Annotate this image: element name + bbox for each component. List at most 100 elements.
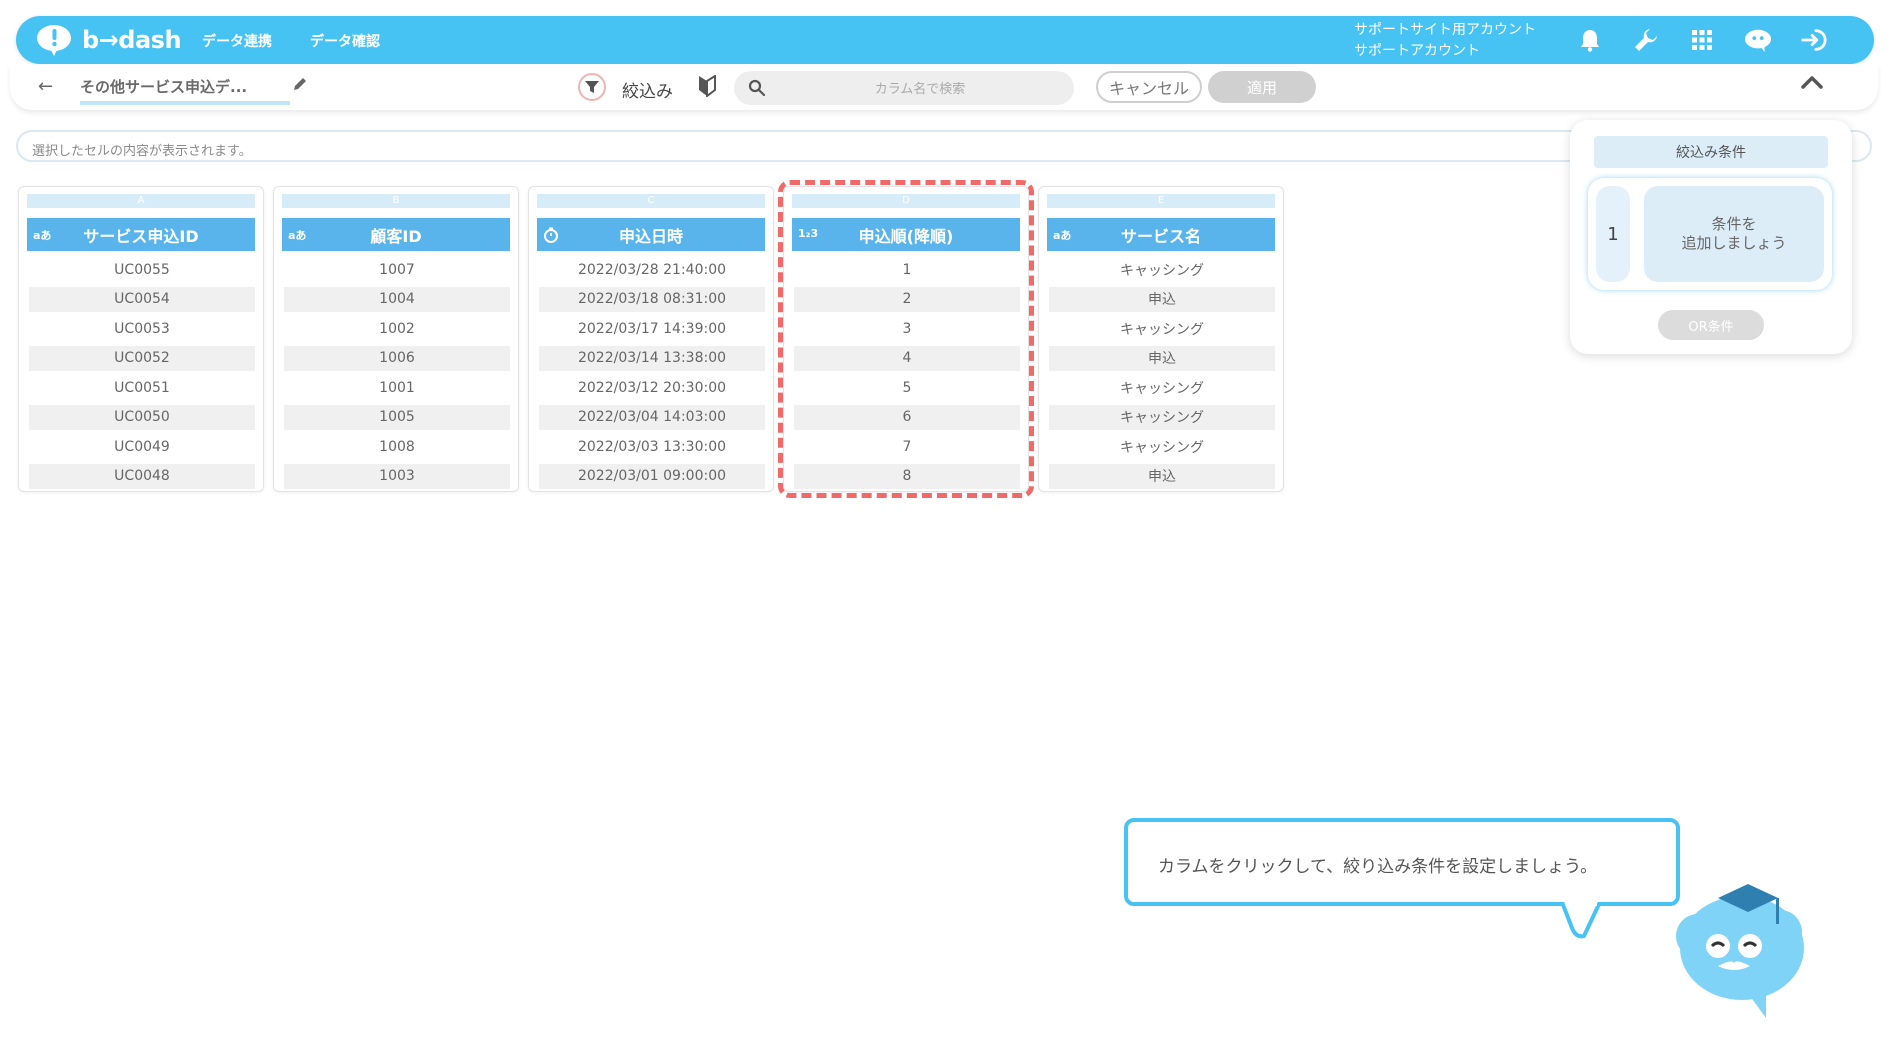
table-cell[interactable]: 1004 xyxy=(284,286,510,312)
logo-icon xyxy=(37,25,71,56)
table-cell[interactable]: 申込 xyxy=(1049,286,1275,312)
column-header[interactable]: 申込日時 xyxy=(537,218,765,251)
chevron-up-icon[interactable] xyxy=(1800,74,1824,94)
table-cell[interactable]: 2022/03/12 20:30:00 xyxy=(539,375,765,400)
table-cell[interactable]: UC0053 xyxy=(29,316,255,341)
table-cell[interactable]: 8 xyxy=(794,463,1020,489)
table-cell[interactable]: キャッシング xyxy=(1049,404,1275,430)
column-b[interactable]: B aあ 顧客ID 1007 1004 1002 1006 1001 1005 … xyxy=(273,186,519,492)
table-cell[interactable]: キャッシング xyxy=(1049,434,1275,459)
filter-label: 絞込み xyxy=(622,82,673,102)
table-cell[interactable]: 申込 xyxy=(1049,463,1275,489)
apply-button[interactable]: 適用 xyxy=(1208,71,1316,103)
beginner-mark-icon[interactable] xyxy=(698,74,716,101)
column-search xyxy=(734,71,1074,107)
table-cell[interactable]: UC0049 xyxy=(29,434,255,459)
table-cell[interactable]: UC0055 xyxy=(29,257,255,282)
condition-number: 1 xyxy=(1596,186,1630,282)
table-cell[interactable]: 3 xyxy=(794,316,1020,341)
table-cell[interactable]: UC0051 xyxy=(29,375,255,400)
table-cell[interactable]: キャッシング xyxy=(1049,257,1275,282)
column-header-label: 申込順(降順) xyxy=(858,226,954,246)
table-cell[interactable]: 1002 xyxy=(284,316,510,341)
nav-data-check[interactable]: データ確認 xyxy=(310,31,380,51)
column-letter: D xyxy=(792,194,1020,208)
number-type-icon: 1₂3 xyxy=(798,227,819,240)
chat-mascot-icon[interactable] xyxy=(1744,26,1772,54)
table-cell[interactable]: 1 xyxy=(794,257,1020,282)
app-name: b→dash xyxy=(82,26,182,54)
grid-icon[interactable] xyxy=(1688,26,1716,54)
table-cell[interactable]: キャッシング xyxy=(1049,316,1275,341)
filter-icon[interactable] xyxy=(578,73,606,101)
table-cell[interactable]: 1007 xyxy=(284,257,510,282)
wrench-icon[interactable] xyxy=(1632,26,1660,54)
cell-content-placeholder: 選択したセルの内容が表示されます。 xyxy=(32,144,252,159)
table-cell[interactable]: 7 xyxy=(794,434,1020,459)
app-logo[interactable]: b→dash xyxy=(36,24,182,56)
table-cell[interactable]: 1005 xyxy=(284,404,510,430)
table-cell[interactable]: UC0050 xyxy=(29,404,255,430)
table-cell[interactable]: 2022/03/18 08:31:00 xyxy=(539,286,765,312)
column-search-input[interactable] xyxy=(778,71,1062,107)
column-letter: C xyxy=(537,194,765,208)
sheet-title[interactable]: その他サービス申込デ... xyxy=(80,76,290,105)
table-cell[interactable]: 2022/03/14 13:38:00 xyxy=(539,345,765,371)
or-condition-button[interactable]: OR条件 xyxy=(1658,310,1764,340)
account-user-name: サポートアカウント xyxy=(1354,43,1480,59)
table-cell[interactable]: 1008 xyxy=(284,434,510,459)
column-header-label: サービス名 xyxy=(1120,226,1201,246)
condition-group: 1 条件を 追加しましょう xyxy=(1588,178,1832,290)
account-info[interactable]: サポートサイト用アカウント サポートアカウント xyxy=(1354,20,1536,62)
column-header[interactable]: aあ サービス申込ID xyxy=(27,218,255,251)
table-cell[interactable]: 1003 xyxy=(284,463,510,489)
back-arrow-icon[interactable]: ← xyxy=(38,76,53,97)
add-condition-slot[interactable]: 条件を 追加しましょう xyxy=(1644,186,1824,282)
table-cell[interactable]: 1001 xyxy=(284,375,510,400)
bell-icon[interactable] xyxy=(1576,26,1604,54)
cancel-button[interactable]: キャンセル xyxy=(1096,71,1202,103)
table-cell[interactable]: 申込 xyxy=(1049,345,1275,371)
column-header[interactable]: aあ 顧客ID xyxy=(282,218,510,251)
column-d[interactable]: D 1₂3 申込順(降順) 1 2 3 4 5 6 7 8 xyxy=(783,186,1029,492)
table-cell[interactable]: UC0052 xyxy=(29,345,255,371)
toolbar: ← その他サービス申込デ... 絞込み キャンセル 適用 xyxy=(10,64,1878,110)
account-site-name: サポートサイト用アカウント xyxy=(1354,22,1536,38)
table-cell[interactable]: 2022/03/04 14:03:00 xyxy=(539,404,765,430)
table-cell[interactable]: 2022/03/17 14:39:00 xyxy=(539,316,765,341)
column-header[interactable]: aあ サービス名 xyxy=(1047,218,1275,251)
table-cell[interactable]: 2022/03/01 09:00:00 xyxy=(539,463,765,489)
table-cell[interactable]: 2022/03/03 13:30:00 xyxy=(539,434,765,459)
filter-conditions-panel: 絞込み条件 1 条件を 追加しましょう OR条件 xyxy=(1570,120,1852,354)
clock-type-icon xyxy=(543,227,559,246)
guide-tooltip-text: カラムをクリックして、絞り込み条件を設定しましょう。 xyxy=(1158,857,1598,877)
table-cell[interactable]: 5 xyxy=(794,375,1020,400)
table-cell[interactable]: UC0054 xyxy=(29,286,255,312)
table-cell[interactable]: 6 xyxy=(794,404,1020,430)
column-header[interactable]: 1₂3 申込順(降順) xyxy=(792,218,1020,251)
table-cell[interactable]: 4 xyxy=(794,345,1020,371)
pencil-icon[interactable] xyxy=(292,76,308,96)
column-header-label: サービス申込ID xyxy=(83,226,199,246)
column-e[interactable]: E aあ サービス名 キャッシング 申込 キャッシング 申込 キャッシング キャ… xyxy=(1038,186,1284,492)
table-cell[interactable]: UC0048 xyxy=(29,463,255,489)
table-cell[interactable]: 1006 xyxy=(284,345,510,371)
text-type-icon: aあ xyxy=(33,229,52,242)
text-type-icon: aあ xyxy=(1053,229,1072,242)
nav-data-link[interactable]: データ連携 xyxy=(202,31,272,51)
table-cell[interactable]: 2022/03/28 21:40:00 xyxy=(539,257,765,282)
column-letter: B xyxy=(282,194,510,208)
add-condition-line2: 追加しましょう xyxy=(1681,234,1787,252)
column-c[interactable]: C 申込日時 2022/03/28 21:40:00 2022/03/18 08… xyxy=(528,186,774,492)
logout-icon[interactable] xyxy=(1800,26,1828,54)
panel-title: 絞込み条件 xyxy=(1594,136,1828,168)
text-type-icon: aあ xyxy=(288,229,307,242)
tooltip-tail-icon xyxy=(1560,902,1602,939)
column-a[interactable]: A aあ サービス申込ID UC0055 UC0054 UC0053 UC005… xyxy=(18,186,264,492)
column-letter: A xyxy=(27,194,255,208)
column-letter: E xyxy=(1047,194,1275,208)
table-cell[interactable]: 2 xyxy=(794,286,1020,312)
table-cell[interactable]: キャッシング xyxy=(1049,375,1275,400)
add-condition-line1: 条件を xyxy=(1711,215,1757,233)
search-icon xyxy=(748,79,766,101)
